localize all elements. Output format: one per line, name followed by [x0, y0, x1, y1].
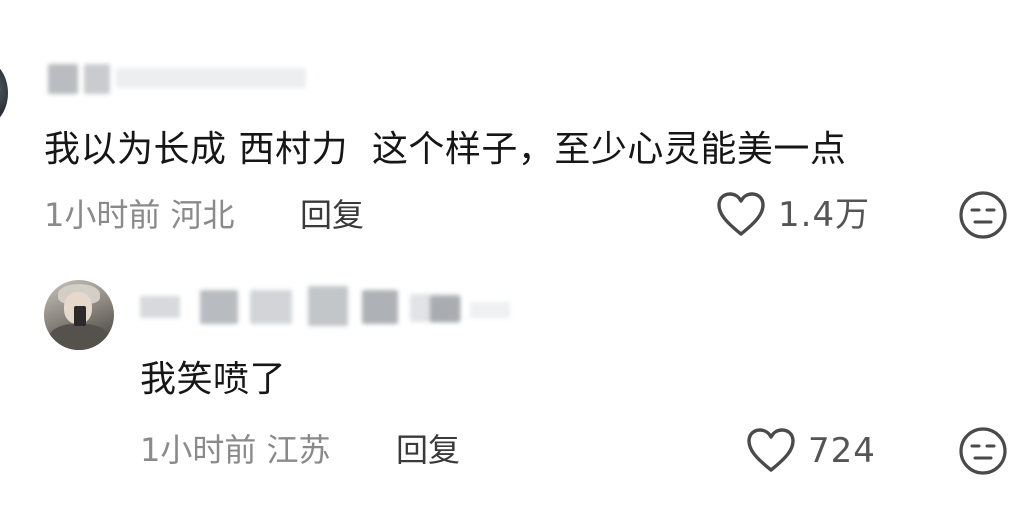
- like-button[interactable]: 1.4万: [716, 192, 870, 238]
- comment-location: 江苏: [266, 431, 331, 469]
- comment-time: 1小时前: [140, 431, 257, 469]
- like-count: 724: [808, 431, 876, 471]
- username-redacted[interactable]: [140, 286, 520, 326]
- reply-button[interactable]: 回复: [300, 195, 364, 235]
- dislike-button[interactable]: [958, 190, 1008, 240]
- comment-meta: 1小时前 河北: [44, 195, 235, 235]
- heart-outline-icon: [747, 428, 795, 472]
- like-button[interactable]: 724: [746, 428, 876, 474]
- neutral-face-icon: [959, 191, 1007, 239]
- neutral-face-icon: [959, 427, 1007, 475]
- comment-location: 河北: [170, 196, 235, 234]
- avatar[interactable]: [0, 60, 8, 126]
- comment-time: 1小时前: [44, 196, 161, 234]
- avatar[interactable]: [44, 280, 114, 350]
- comment-text: 我以为长成 西村力 这个样子，至少心灵能美一点: [44, 129, 847, 170]
- comment-thread: 我以为长成 西村力 这个样子，至少心灵能美一点 1小时前 河北 回复 1.4万: [0, 0, 1029, 512]
- like-count: 1.4万: [778, 195, 871, 235]
- username-redacted[interactable]: [44, 58, 306, 98]
- heart-outline-icon: [717, 192, 765, 236]
- reply-button[interactable]: 回复: [396, 430, 460, 470]
- dislike-button[interactable]: [958, 426, 1008, 476]
- comment-text: 我笑喷了: [140, 359, 287, 400]
- comment-meta: 1小时前 江苏: [140, 430, 331, 470]
